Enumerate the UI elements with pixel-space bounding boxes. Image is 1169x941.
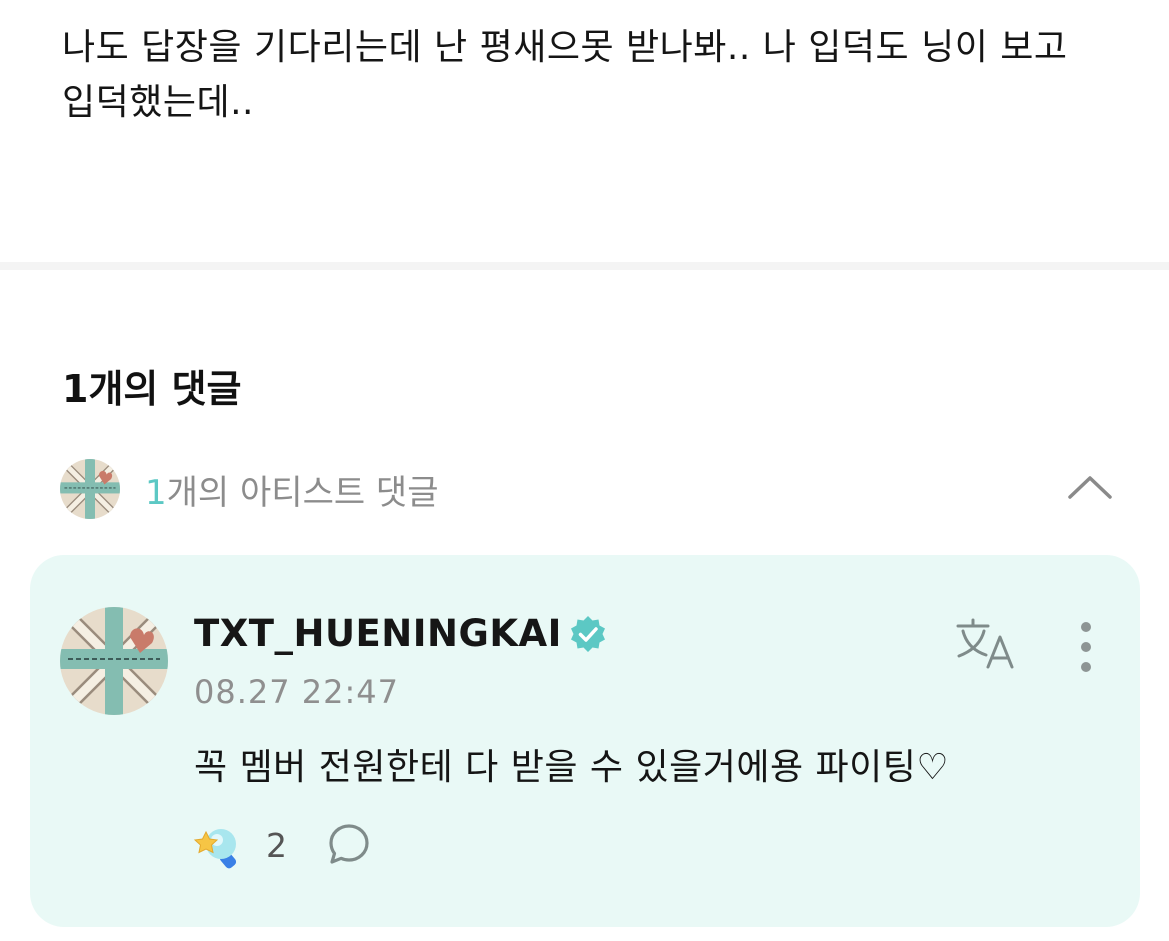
translate-button[interactable] [954,617,1020,671]
reaction-count: 2 [266,825,287,865]
translate-icon [956,618,1014,669]
light-stick-reaction-icon[interactable] [192,818,246,872]
post-body-text: 나도 답장을 기다리는데 난 평새으못 받나봐.. 나 입덕도 닝이 보고 입덕… [62,27,1068,123]
comment-author-line: TXT_HUENINGKAI [194,612,608,655]
verified-badge-icon [570,615,605,652]
speech-bubble-icon[interactable] [325,821,373,869]
collapse-button[interactable] [1064,467,1116,507]
comment-text: 꼭 멤버 전원한테 다 받을 수 있을거에용 파이팅♡ [194,747,950,788]
comment-reactions: 2 [192,817,373,873]
comment-author-avatar[interactable] [60,607,168,715]
more-vertical-icon [1081,622,1091,672]
artist-comments-toggle[interactable]: 1개의 아티스트 댓글 [60,459,1120,519]
artist-comment-label: 개의 아티스트 댓글 [166,472,439,513]
artist-comment-card: TXT_HUENINGKAI 08.27 22:47 꼭 멤버 전원한테 다 받… [30,555,1140,927]
comment-author-name[interactable]: TXT_HUENINGKAI [194,612,562,655]
comment-timestamp: 08.27 22:47 [194,673,399,711]
artist-avatar [60,459,120,519]
chevron-up-icon [1068,476,1112,499]
artist-comments-summary: 1개의 아티스트 댓글 [145,465,439,514]
more-options-button[interactable] [1074,619,1098,675]
section-divider [0,262,1169,270]
post-detail-page: 나도 답장을 기다리는데 난 평새으못 받나봐.. 나 입덕도 닝이 보고 입덕… [0,0,1169,941]
artist-comment-count: 1 [145,472,167,513]
comments-heading: 1개의 댓글 [62,367,242,411]
